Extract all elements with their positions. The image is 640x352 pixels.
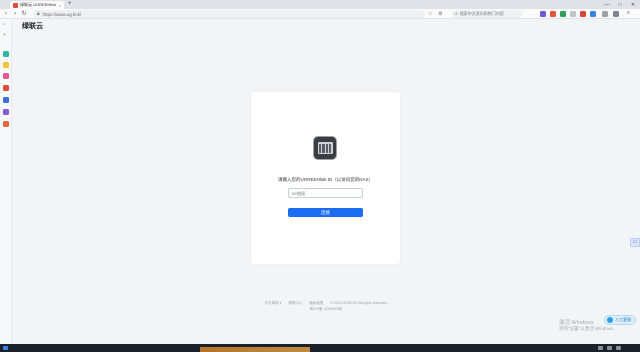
address-bar[interactable]: 🔒︎ https://www.ug.link/ xyxy=(33,10,425,18)
id-prompt-text: 请输入您的UGREENlink ID（以访问您的NAS） xyxy=(277,177,373,182)
sidebar-app-icon[interactable] xyxy=(3,51,9,57)
settings-icon[interactable]: ⚙︎ xyxy=(438,11,442,17)
extension-icon[interactable] xyxy=(580,11,586,17)
sidebar-app-icon[interactable] xyxy=(3,109,9,115)
search-box[interactable]: ⌕ 搜索中文资讯和热门内容 xyxy=(452,10,522,18)
extension-icon[interactable] xyxy=(560,11,566,17)
forward-button[interactable]: › xyxy=(11,10,19,18)
lock-icon: 🔒︎ xyxy=(37,11,40,17)
tray-icon[interactable] xyxy=(607,346,612,350)
extension-icon[interactable] xyxy=(570,11,576,17)
tab-title: 绿联云 UGREENlink xyxy=(20,2,57,7)
sidebar-app-icon[interactable] xyxy=(3,121,9,127)
star-icon[interactable]: ☆ xyxy=(428,11,432,17)
page-footer: 中文简体 ▾ 帮助中心 隐私政策 © 2023 UGREEN All right… xyxy=(256,300,396,312)
add-icon[interactable]: + xyxy=(3,32,6,38)
browser-sidebar xyxy=(0,19,12,352)
tray-icon[interactable] xyxy=(598,346,603,350)
extension-icon[interactable] xyxy=(590,11,596,17)
tray-icon[interactable] xyxy=(616,346,621,350)
url-text: https://www.ug.link/ xyxy=(42,11,82,17)
sidebar-app-icon[interactable] xyxy=(3,62,9,68)
chat-icon[interactable]: ▭ xyxy=(630,238,640,247)
agent-avatar-icon xyxy=(607,317,613,323)
profile-icon[interactable] xyxy=(602,11,608,17)
extension-icon[interactable] xyxy=(550,11,556,17)
sidebar-app-icon[interactable] xyxy=(3,85,9,91)
maximize-button[interactable]: □ xyxy=(614,0,626,9)
sidebar-app-icon[interactable] xyxy=(3,97,9,103)
ugreenlink-id-input[interactable] xyxy=(288,188,363,198)
nas-device-icon xyxy=(313,136,337,160)
browser-tab[interactable]: 绿联云 UGREENlink × xyxy=(10,1,64,9)
new-tab-button[interactable]: + xyxy=(68,1,72,8)
watermark-subtitle: 转到"设置"以激活 Windows。 xyxy=(559,326,618,331)
menu-icon[interactable]: ≡ xyxy=(627,10,630,16)
extension-icon[interactable] xyxy=(540,11,546,17)
home-icon[interactable]: ⌂ xyxy=(3,21,6,27)
site-logo[interactable]: 绿联云 xyxy=(22,21,43,31)
start-icon[interactable] xyxy=(3,346,8,350)
close-window-button[interactable]: ✕ xyxy=(627,0,639,9)
search-icon: ⌕ xyxy=(455,11,458,17)
site-favicon-icon xyxy=(13,2,18,8)
customer-service-label: 人工客服 xyxy=(615,317,631,322)
tab-bar xyxy=(0,0,640,9)
tab-close-icon[interactable]: × xyxy=(59,3,61,8)
os-taskbar xyxy=(0,344,640,352)
minimize-button[interactable]: — xyxy=(601,0,613,9)
customer-service-button[interactable]: 人工客服 xyxy=(604,315,636,325)
footer-icp[interactable]: 粤ICP备 12345678号 xyxy=(256,306,396,312)
back-button[interactable]: ‹ xyxy=(2,10,10,18)
connect-button[interactable]: 连接 xyxy=(288,208,363,217)
reload-button[interactable]: ↻ xyxy=(20,10,28,18)
search-placeholder: 搜索中文资讯和热门内容 xyxy=(459,11,504,16)
downloads-icon[interactable] xyxy=(613,11,619,17)
taskbar-active-app[interactable] xyxy=(200,347,310,352)
sidebar-app-icon[interactable] xyxy=(3,73,9,79)
